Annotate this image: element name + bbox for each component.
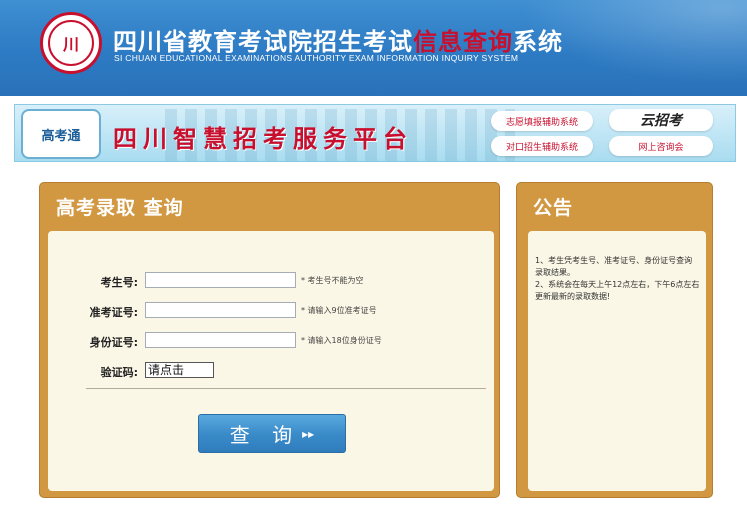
query-panel-title: 高考录取 查询 <box>56 197 184 219</box>
site-subtitle: SI CHUAN EDUCATIONAL EXAMINATIONS AUTHOR… <box>114 53 519 63</box>
exam-authority-logo: 川 <box>40 12 102 74</box>
admission-ticket-row: 准考证号: * 请输入9位准考证号 <box>48 302 488 320</box>
site-title-prefix: 四川省教育考试院招生考试 <box>113 28 413 56</box>
announcement-item: 2、系统会在每天上午12点左右，下午6点左右更新最新的录取数据! <box>535 280 700 301</box>
candidate-number-row: 考生号: * 考生号不能为空 <box>48 272 488 290</box>
announcement-body: 1、考生凭考生号、准考证号、身份证号查询录取结果。 2、系统会在每天上午12点左… <box>528 231 706 491</box>
query-button-label: 查 询 <box>229 423 301 447</box>
announcement-list: 1、考生凭考生号、准考证号、身份证号查询录取结果。 2、系统会在每天上午12点左… <box>535 255 700 303</box>
id-number-hint: * 请输入18位身份证号 <box>301 336 382 345</box>
id-number-row: 身份证号: * 请输入18位身份证号 <box>48 332 488 350</box>
announcement-item: 1、考生凭考生号、准考证号、身份证号查询录取结果。 <box>535 256 693 277</box>
captcha-row: 验证码: 请点击 <box>48 362 488 380</box>
id-number-input[interactable] <box>145 332 296 348</box>
vocational-assist-link[interactable]: 对口招生辅助系统 <box>491 136 593 156</box>
banner-title: 四川智慧招考服务平台 <box>113 124 413 153</box>
site-title-highlight: 信息查询 <box>413 28 513 56</box>
cloud-exam-link[interactable]: 云招考 <box>609 109 713 131</box>
site-title: 四川省教育考试院招生考试信息查询系统 <box>113 22 563 57</box>
admission-ticket-label: 准考证号: <box>89 306 138 319</box>
admission-ticket-hint: * 请输入9位准考证号 <box>301 306 377 315</box>
candidate-number-label: 考生号: <box>100 276 138 289</box>
admission-query-panel: 高考录取 查询 考生号: * 考生号不能为空 准考证号: * 请输入9位准考证号… <box>39 182 500 498</box>
captcha-button[interactable]: 请点击 <box>145 362 214 378</box>
candidate-number-input[interactable] <box>145 272 296 288</box>
candidate-number-hint: * 考生号不能为空 <box>301 276 364 285</box>
online-consult-link[interactable]: 网上咨询会 <box>609 136 713 156</box>
double-arrow-icon: ▸▸ <box>302 426 315 441</box>
captcha-label: 验证码: <box>100 366 138 379</box>
service-banner: 高考通 四川智慧招考服务平台 志愿填报辅助系统 对口招生辅助系统 云招考 网上咨… <box>14 104 736 162</box>
announcement-panel: 公告 1、考生凭考生号、准考证号、身份证号查询录取结果。 2、系统会在每天上午1… <box>516 182 713 498</box>
gaokaotong-logo[interactable]: 高考通 <box>21 109 101 159</box>
form-divider <box>86 388 486 389</box>
id-number-label: 身份证号: <box>89 336 138 349</box>
logo-emblem: 川 <box>48 20 94 66</box>
announcement-title: 公告 <box>533 197 574 219</box>
site-title-suffix: 系统 <box>513 28 563 56</box>
volunteer-assist-link[interactable]: 志愿填报辅助系统 <box>491 111 593 131</box>
admission-ticket-input[interactable] <box>145 302 296 318</box>
page-header: 川 四川省教育考试院招生考试信息查询系统 SI CHUAN EDUCATIONA… <box>0 0 747 96</box>
query-form: 考生号: * 考生号不能为空 准考证号: * 请输入9位准考证号 身份证号: *… <box>48 231 494 491</box>
query-submit-button[interactable]: 查 询 ▸▸ <box>198 414 346 453</box>
